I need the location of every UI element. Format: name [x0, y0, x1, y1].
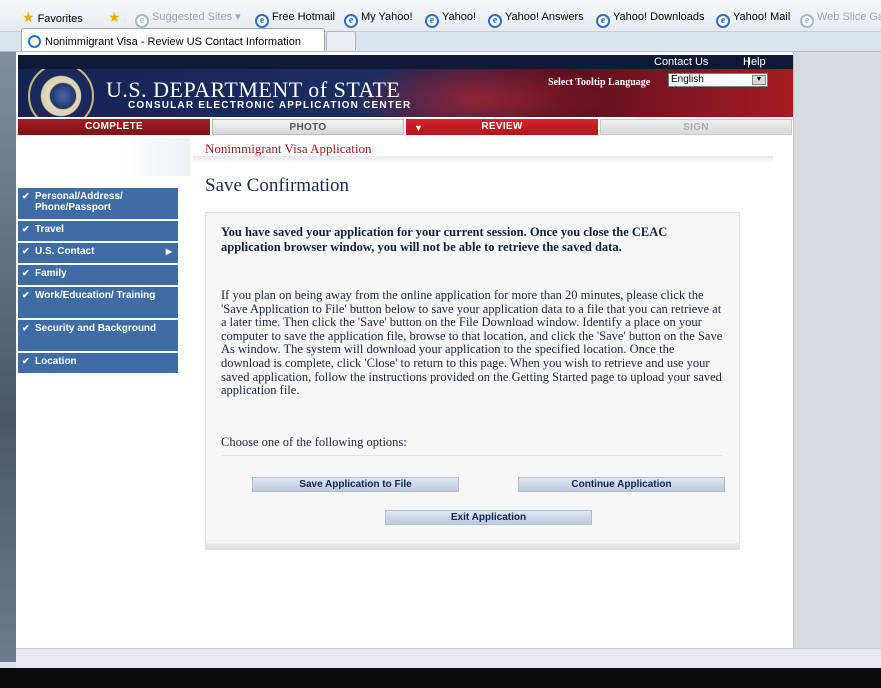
checkmark-icon: ✔: [22, 246, 30, 256]
options-label: Choose one of the following options:: [221, 435, 407, 449]
ie-icon: e: [596, 14, 610, 28]
utility-bar: Contact Us | Help: [18, 55, 793, 69]
breadcrumb-divider: [193, 156, 773, 162]
desktop-edge: [0, 52, 16, 662]
progress-tab-photo[interactable]: PHOTO: [212, 119, 404, 135]
save-warning-message: You have saved your application for your…: [221, 225, 668, 254]
progress-tab-sign: SIGN: [600, 119, 792, 135]
exit-application-button[interactable]: Exit Application: [385, 510, 592, 525]
tooltip-language-select[interactable]: English ▼: [668, 73, 768, 87]
favorite-link[interactable]: e Yahoo! Answers: [488, 9, 584, 28]
favorites-label: Favorites: [37, 13, 83, 25]
contact-us-link[interactable]: Contact Us: [654, 55, 708, 69]
ie-icon: e: [255, 14, 269, 28]
checkmark-icon: ✔: [22, 191, 30, 201]
favorite-link[interactable]: e My Yahoo!: [344, 9, 413, 28]
ie-icon: [28, 35, 41, 48]
continue-application-button[interactable]: Continue Application: [518, 477, 725, 492]
breadcrumb: Nonimmigrant Visa Application: [205, 141, 372, 156]
sidebar-item-family[interactable]: ✔ Family: [18, 265, 178, 287]
side-navigation: ✔ Personal/Address/ Phone/Passport ✔ Tra…: [18, 188, 178, 375]
sidebar-item-travel[interactable]: ✔ Travel: [18, 221, 178, 243]
checkmark-icon: ✔: [22, 290, 30, 300]
caret-down-icon: ▼: [414, 123, 424, 133]
page-right-margin: [793, 52, 881, 662]
ie-icon: e: [425, 14, 439, 28]
sidebar-item-label: Family: [35, 268, 67, 279]
favorite-link[interactable]: e Yahoo! Mail: [716, 9, 790, 28]
ie-icon: e: [716, 14, 730, 28]
checkmark-icon: ✔: [22, 268, 30, 278]
checkmark-icon: ✔: [22, 224, 30, 234]
favorite-link[interactable]: e Free Hotmail: [255, 9, 335, 28]
favorite-link[interactable]: e Yahoo!: [425, 9, 476, 28]
sidebar-item-work-education[interactable]: ✔ Work/Education/ Training: [18, 287, 178, 320]
sidebar-item-us-contact[interactable]: ✔ U.S. Contact ▶: [18, 243, 178, 265]
site-banner: U.S. DEPARTMENT of STATE CONSULAR ELECTR…: [18, 69, 793, 117]
progress-tab-review[interactable]: ▼ REVIEW: [406, 119, 598, 135]
ceac-subtitle: CONSULAR ELECTRONIC APPLICATION CENTER: [128, 100, 412, 111]
chevron-down-icon: ▼: [752, 75, 766, 85]
ie-icon: e: [800, 14, 814, 28]
progress-tab-review-label: REVIEW: [481, 121, 523, 132]
checkmark-icon: ✔: [22, 356, 30, 366]
sidebar-item-personal[interactable]: ✔ Personal/Address/ Phone/Passport: [18, 188, 178, 221]
sidebar-item-location[interactable]: ✔ Location: [18, 353, 178, 375]
favorites-star-icon: ★: [22, 9, 35, 25]
favorite-link[interactable]: e Suggested Sites ▾: [135, 9, 241, 28]
tab-title: Nonimmigrant Visa - Review US Contact In…: [45, 36, 301, 48]
language-value: English: [671, 74, 704, 85]
save-instructions: If you plan on being away from the onlin…: [221, 288, 723, 398]
options-divider: [221, 455, 723, 456]
favorite-link[interactable]: e Web Slice Ga: [800, 9, 881, 28]
browser-status-bar: [16, 648, 881, 668]
chevron-right-icon: ▶: [165, 247, 172, 256]
confirmation-panel-footer: [205, 543, 740, 550]
state-department-seal-icon: [28, 69, 94, 117]
add-favorite-icon[interactable]: ★: [108, 9, 124, 25]
tooltip-language-label: Select Tooltip Language: [548, 77, 651, 88]
page-title: Save Confirmation: [205, 175, 350, 196]
ie-icon: e: [135, 14, 149, 28]
progress-tab-complete[interactable]: COMPLETE: [18, 119, 210, 135]
save-application-to-file-button[interactable]: Save Application to File: [252, 477, 459, 492]
sidebar-item-label: Security and Background: [35, 323, 157, 334]
favorites-button[interactable]: ★ Favorites: [22, 9, 83, 25]
checkmark-icon: ✔: [22, 323, 30, 333]
sidebar-item-label: Personal/Address/ Phone/Passport: [35, 191, 123, 213]
browser-tab[interactable]: Nonimmigrant Visa - Review US Contact In…: [21, 28, 325, 51]
help-link[interactable]: Help: [743, 55, 766, 69]
sidenav-header-space: [18, 138, 190, 176]
new-tab-button[interactable]: [326, 31, 356, 50]
taskbar: [0, 668, 881, 688]
sidebar-item-security[interactable]: ✔ Security and Background: [18, 320, 178, 353]
ie-icon: e: [344, 14, 358, 28]
favorite-link[interactable]: e Yahoo! Downloads: [596, 9, 705, 28]
sidebar-item-label: U.S. Contact: [35, 246, 95, 257]
sidebar-item-label: Location: [35, 356, 77, 367]
ie-icon: e: [488, 14, 502, 28]
sidebar-item-label: Travel: [35, 224, 64, 235]
sidebar-item-label: Work/Education/ Training: [35, 290, 156, 301]
